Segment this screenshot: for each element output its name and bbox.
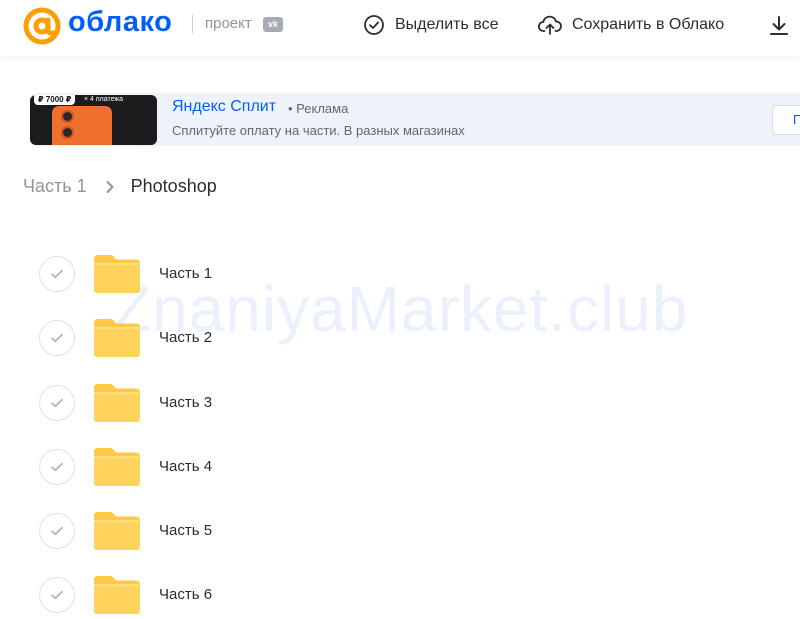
select-checkbox[interactable] [39,256,75,292]
select-checkbox[interactable] [39,577,75,614]
save-to-cloud-label: Сохранить в Облако [572,16,725,33]
list-item[interactable]: Часть 5 [0,498,800,562]
save-to-cloud-button[interactable]: Сохранить в Облако [538,14,724,36]
check-icon [51,462,63,471]
select-checkbox[interactable] [39,320,75,357]
download-icon[interactable] [768,14,790,38]
brand-name[interactable]: облако [68,6,172,39]
ad-action-button[interactable]: П [772,105,800,135]
ad-banner[interactable]: ₽ 7000 ₽ × 4 платежа Яндекс Сплит • Рекл… [30,93,800,146]
folder-name[interactable]: Часть 6 [159,586,212,603]
check-icon [51,334,63,343]
select-all-button[interactable]: Выделить все [363,14,498,36]
check-icon [51,591,63,600]
camera-lens [61,110,74,123]
ad-title[interactable]: Яндекс Сплит [172,98,276,116]
select-all-label: Выделить все [395,16,499,33]
folder-icon[interactable] [93,511,141,551]
list-item[interactable]: Часть 1 [0,241,800,305]
cloud-logo-icon[interactable] [22,6,62,46]
check-icon [51,527,63,536]
ad-price-note: × 4 платежа [84,96,124,103]
check-icon [51,398,63,407]
ad-description: Сплитуйте оплату на части. В разных мага… [172,123,465,138]
breadcrumb: Часть 1 Photoshop [23,176,217,197]
folder-icon[interactable] [93,318,141,358]
folder-name[interactable]: Часть 2 [159,329,212,346]
folder-name[interactable]: Часть 5 [159,522,212,539]
phone-illustration [52,106,112,145]
brand-project-label: проект [205,15,252,32]
folder-icon[interactable] [93,447,141,487]
list-item[interactable]: Часть 6 [0,562,800,619]
breadcrumb-current: Photoshop [130,176,217,196]
list-item[interactable]: Часть 3 [0,370,800,434]
top-header: облако проект vk Выделить все Сохранить … [0,0,800,56]
folder-name[interactable]: Часть 3 [159,394,212,411]
ad-marker: • Реклама [288,101,349,116]
folder-name[interactable]: Часть 4 [159,458,212,475]
folder-icon[interactable] [93,383,141,423]
cloud-upload-icon [538,15,562,35]
list-item[interactable]: Часть 4 [0,434,800,498]
folder-name[interactable]: Часть 1 [159,265,212,282]
folder-list: Часть 1 Часть 2 Часть 3 Часть 4 Часть 5 … [0,241,800,619]
check-icon [51,269,63,279]
folder-icon[interactable] [93,575,141,615]
ad-image[interactable]: ₽ 7000 ₽ × 4 платежа [30,95,157,145]
camera-lens [61,126,74,139]
check-circle-icon [364,15,384,35]
select-checkbox[interactable] [39,384,75,421]
brand-divider [192,15,193,33]
ad-action-label: П [793,112,800,127]
ad-price-tag: ₽ 7000 ₽ [34,95,76,105]
vk-badge: vk [263,17,283,32]
list-item[interactable]: Часть 2 [0,305,800,369]
chevron-right-icon [105,180,115,194]
select-checkbox[interactable] [39,448,75,485]
breadcrumb-parent[interactable]: Часть 1 [23,176,87,197]
select-checkbox[interactable] [39,513,75,550]
folder-icon[interactable] [93,254,141,294]
